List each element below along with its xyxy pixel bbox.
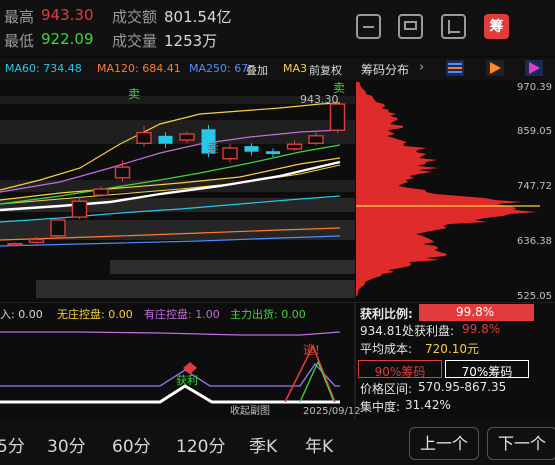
ma-indicator-bar: MA60: 734.48 MA120: 684.41 MA250: 67 叠加 … <box>0 58 555 80</box>
ma3-value: MA3 <box>283 62 308 75</box>
turnover-label: 成交额 <box>112 8 158 26</box>
sub-label-a: 入: 0.00 <box>0 308 43 321</box>
candle-body <box>136 131 152 144</box>
chevron-right-icon[interactable]: › <box>419 60 424 75</box>
chip-orange-icon[interactable] <box>484 58 506 78</box>
sub-label-d: 主力出货: 0.00 <box>230 307 306 321</box>
price-range-value: 570.95-867.35 <box>418 380 507 394</box>
sell-signal-mid: 卖 <box>207 141 219 155</box>
candle-body <box>28 238 45 244</box>
profit-line-label: 934.81处获利盘: <box>360 324 455 338</box>
sell-signal-top: 卖 <box>128 87 140 101</box>
candle-body <box>114 166 131 179</box>
volume-value: 1253万 <box>164 32 218 50</box>
last-high-label: 943.30 <box>300 93 339 106</box>
low-label: 最低 <box>4 32 35 50</box>
adjust-button[interactable]: 前复权 <box>309 62 342 78</box>
period-30min[interactable]: 30分 <box>47 432 86 457</box>
candle-body <box>244 146 259 152</box>
chip70-button[interactable]: 70%筹码 <box>445 360 529 379</box>
date-label: 2025/09/12 <box>303 406 361 417</box>
candle-body <box>179 133 195 141</box>
area-icon[interactable] <box>441 14 466 39</box>
screen-icon[interactable] <box>398 14 423 39</box>
chip-distribution-label[interactable]: 筹码分布 <box>361 61 409 78</box>
high-label: 最高 <box>4 8 35 26</box>
chip-icon[interactable]: 筹 <box>484 14 509 39</box>
sub-label-b: 无庄控盘: 0.00 <box>57 307 133 321</box>
avg-cost-label: 平均成本: <box>360 342 413 356</box>
next-button[interactable]: 下一个 <box>487 427 555 460</box>
profit-ratio-bar: 99.8% <box>419 304 534 321</box>
period-year[interactable]: 年K <box>305 432 333 457</box>
high-value: 943.30 <box>41 6 94 24</box>
period-120min[interactable]: 120分 <box>176 432 225 457</box>
period-nav: 5分 30分 60分 120分 季K 年K 上一个 下一个 <box>0 420 555 465</box>
price-tick-4: 636.38 <box>517 236 552 247</box>
chip-blue-icon[interactable] <box>523 58 545 78</box>
period-5min[interactable]: 5分 <box>0 432 25 457</box>
candle-body <box>93 188 109 196</box>
price-tick-3: 747.72 <box>517 181 552 192</box>
prev-button[interactable]: 上一个 <box>409 427 479 460</box>
candle-body <box>71 200 88 218</box>
concentration-label: 集中度: <box>360 400 401 414</box>
profit-signal: 获利 <box>176 374 198 387</box>
candle-body <box>158 135 173 144</box>
quote-header: 最高 943.30 最低 922.09 成交额 801.54亿 成交量 1253… <box>0 0 555 56</box>
overlay-button[interactable]: 叠加 <box>246 62 268 78</box>
candle-body <box>7 243 23 246</box>
chip-list-icon[interactable] <box>444 58 466 78</box>
concentration-value: 31.42% <box>405 398 451 412</box>
avg-cost-value: 720.10元 <box>425 342 479 356</box>
candle-body <box>286 143 303 150</box>
period-season[interactable]: 季K <box>249 432 277 457</box>
price-tick-2: 859.05 <box>517 126 552 137</box>
volume-label: 成交量 <box>112 32 158 50</box>
candle-body <box>329 103 346 131</box>
ma250-value: MA250: 67 <box>189 62 249 75</box>
turnover-value: 801.54亿 <box>164 8 232 26</box>
price-range-label: 价格区间: <box>360 382 413 396</box>
profit-line-value: 99.8% <box>462 322 501 336</box>
chip90-button[interactable]: 90%筹码 <box>358 360 442 379</box>
candle-body <box>222 147 238 160</box>
price-tick-5: 525.05 <box>517 291 552 302</box>
minus-box-icon[interactable] <box>356 14 381 39</box>
ma60-value: MA60: 734.48 <box>5 62 82 75</box>
period-60min[interactable]: 60分 <box>112 432 151 457</box>
profit-ratio-label: 获利比例: <box>360 307 413 321</box>
low-value: 922.09 <box>41 30 94 48</box>
candle-body <box>266 151 280 155</box>
ma120-value: MA120: 684.41 <box>97 62 181 75</box>
price-tick-1: 970.39 <box>517 82 552 93</box>
escape-signal: 逃! <box>303 343 320 357</box>
profit-ratio-value: 99.8% <box>456 305 495 319</box>
candle-body <box>50 219 66 237</box>
main-kline-chart[interactable]: 卖 卖 卖 943.30 970.39 859.05 747.72 636.38… <box>0 82 555 302</box>
candle-body <box>308 135 324 144</box>
sub-label-c: 有庄控盘: 1.00 <box>144 307 220 321</box>
collapse-subchart-button[interactable]: 收起副图 <box>230 404 270 417</box>
